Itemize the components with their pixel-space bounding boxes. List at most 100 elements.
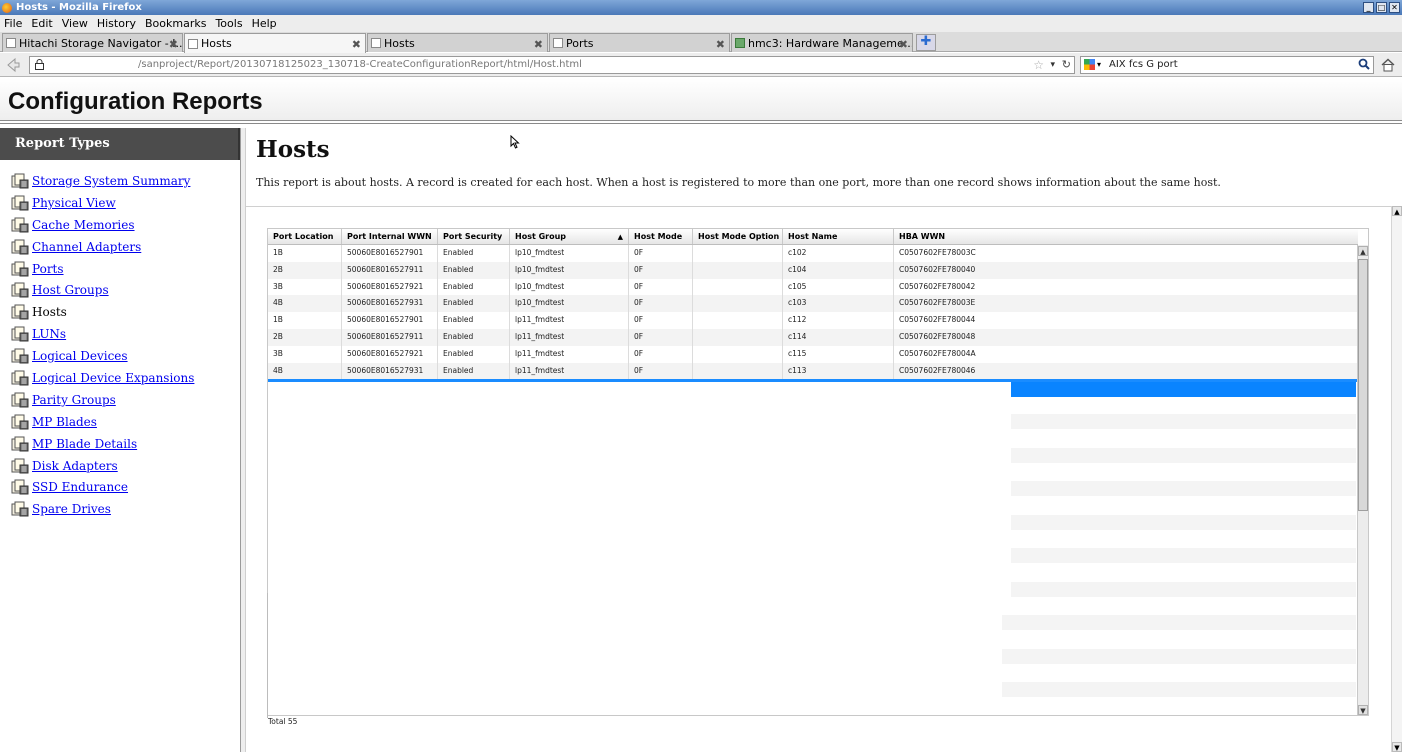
sidebar-item-label[interactable]: Storage System Summary [32,174,190,188]
sidebar-item-channel-adapters[interactable]: Channel Adapters [0,236,240,258]
column-header-port-internal-wwn[interactable]: Port Internal WWN [342,229,438,244]
scroll-down-icon[interactable]: ▼ [1358,705,1368,715]
close-tab-icon[interactable]: ✖ [534,36,543,52]
table-cell: 50060E8016527911 [342,261,438,279]
menu-help[interactable]: Help [252,17,277,30]
scroll-up-icon[interactable]: ▲ [1358,246,1368,256]
table-cell [693,312,783,329]
search-input[interactable]: AIX fcs G port [1109,57,1178,73]
column-header-port-security[interactable]: Port Security [438,229,510,244]
table-cell: Enabled [438,328,510,346]
sidebar-item-parity-groups[interactable]: Parity Groups [0,389,240,411]
column-header-host-group[interactable]: Host Group ▲ [510,229,629,244]
empty-row-stripe [1011,548,1356,563]
table-cell: 4B [268,295,342,313]
url-bar[interactable]: /sanproject/Report/20130718125023_130718… [29,56,1075,74]
table-cell: 3B [268,345,342,363]
report-icon [11,436,29,452]
close-tab-icon[interactable]: ✖ [352,36,361,53]
sidebar-item-luns[interactable]: LUNs [0,323,240,345]
close-tab-icon[interactable]: ✖ [716,36,725,52]
sidebar-item-ports[interactable]: Ports [0,258,240,280]
sidebar-item-storage-system-summary[interactable]: Storage System Summary [0,170,240,192]
sidebar-item-label[interactable]: Spare Drives [32,502,111,516]
home-button[interactable] [1379,57,1397,74]
table-cell: C0507602FE780046 [899,365,976,375]
table-row[interactable]: 4B 50060E8016527931 Enabled lp10_fmdtest 0F c… [268,295,1358,313]
sidebar-item-ssd-endurance[interactable]: SSD Endurance [0,476,240,498]
column-header-host-mode-option[interactable]: Host Mode Option [693,229,783,244]
sidebar-item-label[interactable]: MP Blades [32,415,97,429]
sidebar-item-spare-drives[interactable]: Spare Drives [0,498,240,520]
menu-view[interactable]: View [62,17,88,30]
menu-tools[interactable]: Tools [215,17,242,30]
sidebar-item-disk-adapters[interactable]: Disk Adapters [0,455,240,477]
table-row[interactable]: 1B 50060E8016527901 Enabled lp11_fmdtest 0F c… [268,312,1358,329]
menu-history[interactable]: History [97,17,136,30]
sidebar-item-logical-device-expansions[interactable]: Logical Device Expansions [0,367,240,389]
minimize-button[interactable]: _ [1363,2,1374,13]
search-engine-icon[interactable] [1084,59,1095,70]
grid-scrollbar[interactable]: ▲ ▼ [1357,245,1368,715]
column-header-port-location[interactable]: Port Location [268,229,342,244]
column-header-hba-wwn[interactable]: HBA WWN [894,229,1358,244]
close-tab-icon[interactable]: ✖ [899,36,908,52]
report-title: Hosts [256,136,330,163]
sidebar-item-label[interactable]: Logical Devices [32,349,128,363]
page-scroll-down-icon[interactable]: ▼ [1392,742,1402,752]
sidebar-item-cache-memories[interactable]: Cache Memories [0,214,240,236]
sidebar-item-label[interactable]: SSD Endurance [32,480,128,494]
sidebar-item-label[interactable]: Host Groups [32,283,109,297]
tab-hmc3[interactable]: hmc3: Hardware Manageme... ✖ [731,33,913,52]
table-cell: 50060E8016527901 [342,245,438,262]
tab-hitachi-storage-navigator[interactable]: Hitachi Storage Navigator - I... ✖ [2,33,183,52]
close-window-button[interactable]: ✕ [1389,2,1400,13]
bookmark-star-icon[interactable]: ☆ [1033,57,1044,73]
sidebar-item-host-groups[interactable]: Host Groups [0,279,240,301]
sidebar-item-mp-blades[interactable]: MP Blades [0,411,240,433]
scrollbar-thumb[interactable] [1358,259,1368,511]
column-header-label: Port Security [443,232,503,241]
table-row[interactable]: 3B 50060E8016527921 Enabled lp10_fmdtest 0F c… [268,278,1358,296]
sidebar-item-logical-devices[interactable]: Logical Devices [0,345,240,367]
sidebar-item-label[interactable]: Parity Groups [32,393,116,407]
sidebar-item-label[interactable]: Cache Memories [32,218,135,232]
menu-edit[interactable]: Edit [31,17,52,30]
table-row[interactable]: 2B 50060E8016527911 Enabled lp10_fmdtest 0F c… [268,261,1358,279]
maximize-button[interactable]: □ [1376,2,1387,13]
table-row[interactable]: 4B 50060E8016527931 Enabled lp11_fmdtest 0F c… [268,362,1358,380]
sidebar-item-physical-view[interactable]: Physical View [0,192,240,214]
table-header: Port Location Port Internal WWN Port Secur… [268,229,1358,245]
page-scroll-up-icon[interactable]: ▲ [1392,206,1402,216]
page-scrollbar[interactable]: ▲ ▼ [1391,206,1402,752]
table-row[interactable]: 1B 50060E8016527901 Enabled lp10_fmdtest 0F c… [268,245,1358,262]
reload-icon[interactable]: ↻ [1062,57,1071,73]
sidebar-item-mp-blade-details[interactable]: MP Blade Details [0,433,240,455]
new-tab-button[interactable]: ✚ [916,34,936,51]
close-tab-icon[interactable]: ✖ [169,36,178,52]
sidebar-item-label[interactable]: Logical Device Expansions [32,371,194,385]
history-dropdown-icon[interactable]: ▾ [1050,57,1055,73]
sidebar-item-label[interactable]: Ports [32,262,64,276]
empty-row-stripe [1011,582,1356,597]
menu-bookmarks[interactable]: Bookmarks [145,17,206,30]
hmc-icon [735,38,745,48]
tab-hosts[interactable]: Hosts ✖ [367,33,548,52]
search-icon[interactable] [1358,58,1370,74]
column-header-host-name[interactable]: Host Name [783,229,894,244]
back-button[interactable] [4,56,22,74]
sidebar-item-label[interactable]: Physical View [32,196,116,210]
tab-ports[interactable]: Ports ✖ [549,33,730,52]
column-header-host-mode[interactable]: Host Mode [629,229,693,244]
table-row[interactable]: 3B 50060E8016527921 Enabled lp11_fmdtest 0F c… [268,345,1358,363]
tab-hosts-active[interactable]: Hosts ✖ [184,33,366,53]
engine-dropdown-icon[interactable]: ▾ [1097,57,1101,73]
table-row[interactable]: 2B 50060E8016527911 Enabled lp11_fmdtest 0F c… [268,328,1358,346]
search-bar[interactable]: ▾ AIX fcs G port [1080,56,1374,74]
sidebar-item-label[interactable]: Disk Adapters [32,459,118,473]
sidebar-item-label[interactable]: Channel Adapters [32,240,141,254]
sidebar-item-label[interactable]: MP Blade Details [32,437,137,451]
menu-file[interactable]: File [4,17,22,30]
table-cell: c103 [783,295,894,313]
sidebar-item-label[interactable]: LUNs [32,327,66,341]
